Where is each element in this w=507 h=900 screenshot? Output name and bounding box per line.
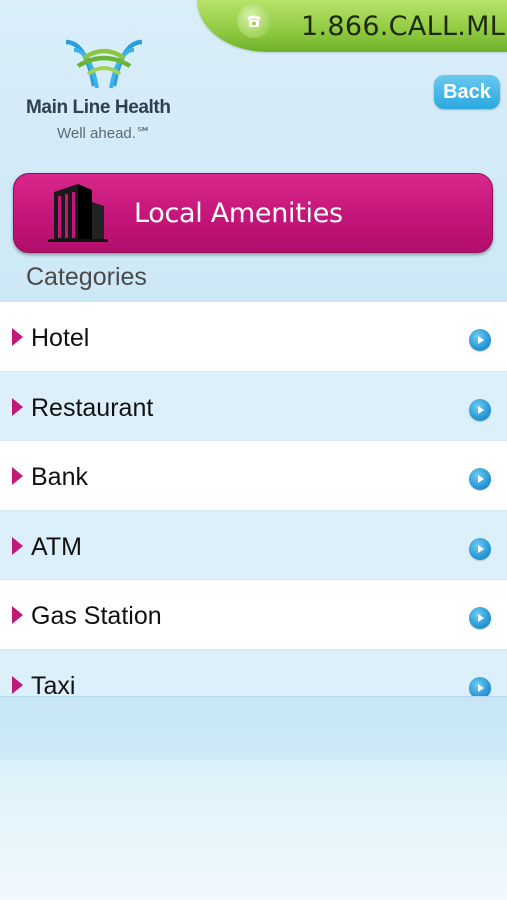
categories-list: Hotel Restaurant Bank ATM Gas Station Ta… xyxy=(0,302,507,696)
bullet-triangle-icon xyxy=(12,467,23,485)
call-number[interactable]: 1.866.CALL.MLH xyxy=(301,11,507,42)
main-line-health-logo: Main Line Health Well ahead.℠ xyxy=(20,36,190,146)
brand-name: Main Line Health xyxy=(26,97,171,118)
list-item-gas-station[interactable]: Gas Station xyxy=(0,580,507,650)
bullet-triangle-icon xyxy=(12,328,23,346)
disclosure-arrow-icon[interactable] xyxy=(469,676,491,696)
logo-arcs-icon xyxy=(65,39,143,89)
list-item-restaurant[interactable]: Restaurant xyxy=(0,371,507,441)
footer-band xyxy=(0,696,507,760)
app-screen: 1.866.CALL.MLH Main Line Health Well ahe… xyxy=(0,0,507,900)
bullet-triangle-icon xyxy=(12,606,23,624)
back-button[interactable]: Back xyxy=(434,75,500,109)
categories-heading: Categories xyxy=(26,263,147,291)
section-banner: Local Amenities xyxy=(13,173,493,253)
list-item-taxi[interactable]: Taxi xyxy=(0,649,507,697)
list-item-label: Gas Station xyxy=(31,602,162,630)
bullet-triangle-icon xyxy=(12,397,23,416)
bullet-triangle-icon xyxy=(12,675,23,694)
building-icon xyxy=(48,184,108,242)
list-item-hotel[interactable]: Hotel xyxy=(0,302,507,372)
disclosure-arrow-icon[interactable] xyxy=(469,468,491,490)
disclosure-arrow-icon[interactable] xyxy=(469,329,491,351)
list-item-label: Hotel xyxy=(31,324,90,352)
disclosure-arrow-icon[interactable] xyxy=(469,537,491,560)
bullet-triangle-icon xyxy=(12,536,23,555)
list-item-label: ATM xyxy=(31,532,82,561)
list-item-atm[interactable]: ATM xyxy=(0,510,507,580)
list-item-label: Restaurant xyxy=(31,393,154,422)
list-item-bank[interactable]: Bank xyxy=(0,441,507,511)
list-item-label: Taxi xyxy=(31,671,76,697)
disclosure-arrow-icon[interactable] xyxy=(469,607,491,629)
brand-tagline: Well ahead.℠ xyxy=(57,125,152,142)
section-title: Local Amenities xyxy=(134,198,343,229)
call-banner[interactable]: 1.866.CALL.MLH xyxy=(197,0,507,52)
phone-icon xyxy=(237,4,271,38)
list-item-label: Bank xyxy=(31,463,88,491)
disclosure-arrow-icon[interactable] xyxy=(469,398,491,421)
